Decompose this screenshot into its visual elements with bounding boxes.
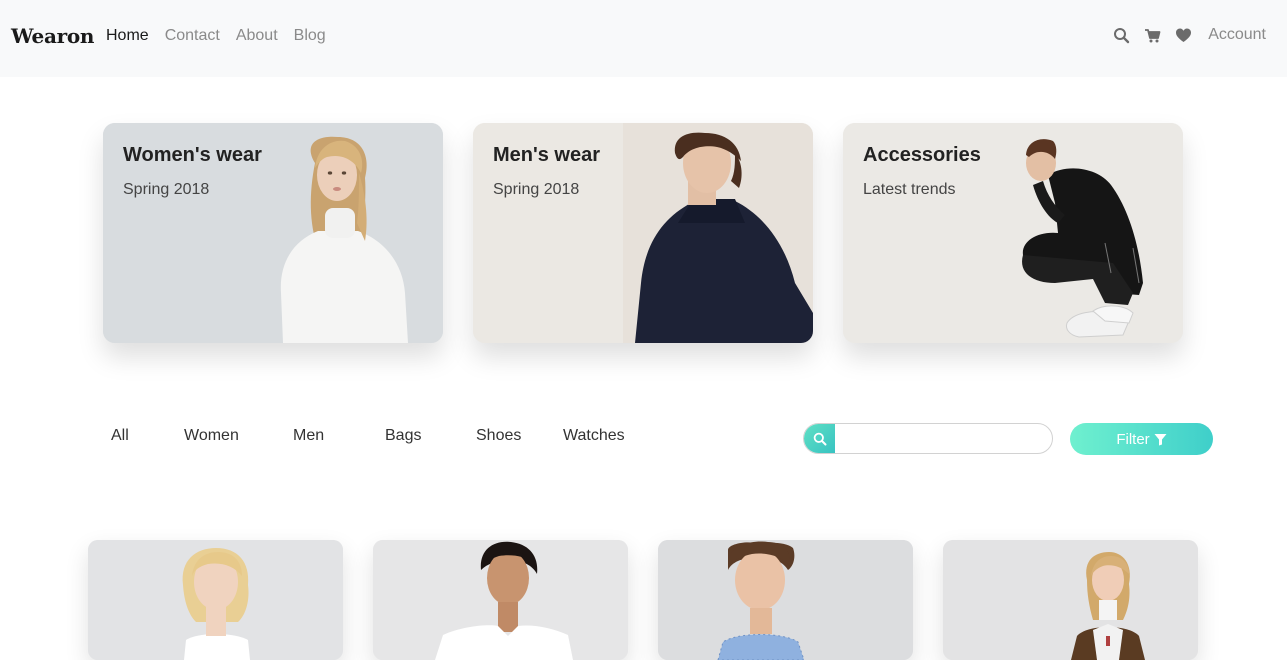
nav-links: Home Contact About Blog	[106, 27, 326, 45]
category-subtitle: Latest trends	[863, 181, 956, 198]
filter-tab-men[interactable]: Men	[293, 427, 324, 445]
search-icon	[813, 432, 826, 445]
category-title: Women's wear	[123, 144, 262, 166]
search-input[interactable]	[837, 424, 1051, 453]
category-title: Accessories	[863, 144, 981, 166]
product-card[interactable]	[658, 540, 913, 660]
product-card[interactable]	[373, 540, 628, 660]
heart-icon[interactable]	[1175, 27, 1192, 44]
filter-tab-women[interactable]: Women	[184, 427, 239, 445]
navbar: Wearon Home Contact About Blog Account	[0, 0, 1287, 77]
product-image	[373, 540, 628, 660]
category-subtitle: Spring 2018	[123, 181, 210, 198]
filter-button-label: Filter	[1116, 430, 1150, 448]
nav-link-about[interactable]: About	[236, 27, 278, 45]
funnel-icon	[1154, 433, 1167, 445]
account-link[interactable]: Account	[1208, 26, 1266, 44]
search-icon[interactable]	[1113, 27, 1130, 44]
category-subtitle: Spring 2018	[493, 181, 580, 198]
filter-tab-all[interactable]: All	[111, 427, 129, 445]
product-image	[658, 540, 913, 660]
product-card[interactable]	[88, 540, 343, 660]
filter-tab-shoes[interactable]: Shoes	[476, 427, 521, 445]
category-card-men[interactable]: Men's wear Spring 2018	[473, 123, 813, 343]
search-button[interactable]	[804, 424, 835, 453]
product-search	[803, 423, 1053, 454]
nav-link-home[interactable]: Home	[106, 27, 149, 45]
brand-logo[interactable]: Wearon	[11, 24, 94, 48]
filter-tab-bags[interactable]: Bags	[385, 427, 421, 445]
product-image	[943, 540, 1198, 660]
category-card-women[interactable]: Women's wear Spring 2018	[103, 123, 443, 343]
nav-actions: Account	[1113, 26, 1266, 44]
category-title: Men's wear	[493, 144, 601, 166]
filter-button[interactable]: Filter	[1070, 423, 1213, 455]
nav-link-blog[interactable]: Blog	[294, 27, 326, 45]
product-card[interactable]	[943, 540, 1198, 660]
nav-link-contact[interactable]: Contact	[165, 27, 220, 45]
category-card-accessories[interactable]: Accessories Latest trends	[843, 123, 1183, 343]
filter-tab-watches[interactable]: Watches	[563, 427, 625, 445]
cart-icon[interactable]	[1144, 27, 1161, 44]
product-image	[88, 540, 343, 660]
